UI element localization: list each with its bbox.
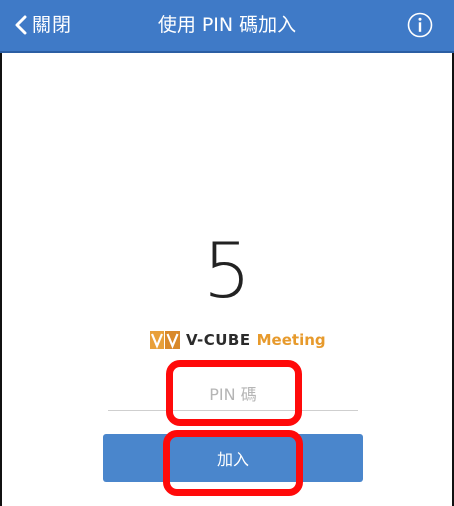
- vcube-logo-icon: [150, 331, 180, 349]
- join-button[interactable]: 加入: [103, 434, 363, 482]
- info-icon[interactable]: [406, 11, 434, 39]
- close-label: 關閉: [32, 14, 73, 36]
- countdown-number: 5: [202, 226, 252, 315]
- logo-product-text: Meeting: [256, 331, 326, 349]
- navigation-bar: 關閉 使用 PIN 碼加入: [0, 0, 454, 53]
- close-button[interactable]: 關閉: [14, 11, 72, 39]
- logo-brand-text: V-CUBE: [186, 331, 251, 349]
- chevron-left-icon: [15, 15, 27, 35]
- pin-input[interactable]: [108, 378, 358, 411]
- vcube-meeting-logo: V-CUBE Meeting: [150, 329, 326, 351]
